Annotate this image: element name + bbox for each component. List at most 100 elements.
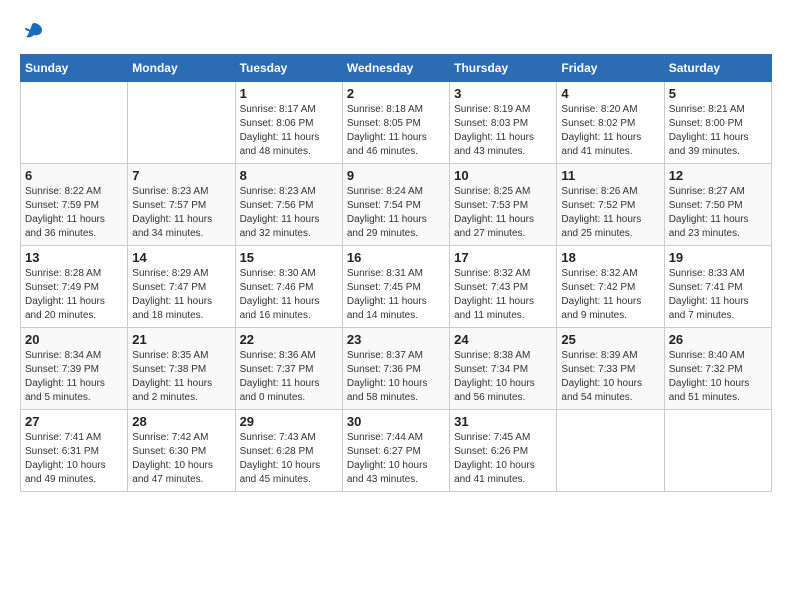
- day-info: Sunrise: 8:32 AMSunset: 7:42 PMDaylight:…: [561, 267, 659, 323]
- day-number: 1: [240, 86, 338, 101]
- calendar-cell: 4 Sunrise: 8:20 AMSunset: 8:02 PMDaylight…: [557, 82, 664, 164]
- calendar-cell: 29 Sunrise: 7:43 AMSunset: 6:28 PMDayligh…: [235, 410, 342, 492]
- day-number: 23: [347, 332, 445, 347]
- column-header-wednesday: Wednesday: [342, 55, 449, 82]
- day-info: Sunrise: 8:26 AMSunset: 7:52 PMDaylight:…: [561, 185, 659, 241]
- day-number: 12: [669, 168, 767, 183]
- calendar-cell: 20 Sunrise: 8:34 AMSunset: 7:39 PMDayligh…: [21, 328, 128, 410]
- calendar-cell: 24Sunrise: 8:38 AMSunset: 7:34 PMDayligh…: [450, 328, 557, 410]
- calendar-cell: 31 Sunrise: 7:45 AMSunset: 6:26 PMDayligh…: [450, 410, 557, 492]
- calendar-cell: 7 Sunrise: 8:23 AMSunset: 7:57 PMDaylight…: [128, 164, 235, 246]
- day-info: Sunrise: 8:23 AMSunset: 7:57 PMDaylight:…: [132, 185, 230, 241]
- day-number: 27: [25, 414, 123, 429]
- column-header-tuesday: Tuesday: [235, 55, 342, 82]
- calendar-cell: 21 Sunrise: 8:35 AMSunset: 7:38 PMDayligh…: [128, 328, 235, 410]
- calendar-cell: 26 Sunrise: 8:40 AMSunset: 7:32 PMDayligh…: [664, 328, 771, 410]
- calendar-cell: 25 Sunrise: 8:39 AMSunset: 7:33 PMDayligh…: [557, 328, 664, 410]
- day-number: 3: [454, 86, 552, 101]
- calendar-cell: [128, 82, 235, 164]
- logo-bird-icon: [22, 20, 46, 50]
- calendar-cell: 10Sunrise: 8:25 AMSunset: 7:53 PMDayligh…: [450, 164, 557, 246]
- day-info: Sunrise: 8:40 AMSunset: 7:32 PMDaylight:…: [669, 349, 767, 405]
- calendar-cell: 27 Sunrise: 7:41 AMSunset: 6:31 PMDayligh…: [21, 410, 128, 492]
- day-number: 22: [240, 332, 338, 347]
- day-info: Sunrise: 8:23 AMSunset: 7:56 PMDaylight:…: [240, 185, 338, 241]
- day-number: 2: [347, 86, 445, 101]
- day-number: 20: [25, 332, 123, 347]
- day-info: Sunrise: 8:39 AMSunset: 7:33 PMDaylight:…: [561, 349, 659, 405]
- calendar-body: 1 Sunrise: 8:17 AMSunset: 8:06 PMDaylight…: [21, 82, 772, 492]
- day-number: 15: [240, 250, 338, 265]
- calendar-header-row: SundayMondayTuesdayWednesdayThursdayFrid…: [21, 55, 772, 82]
- calendar-cell: 28Sunrise: 7:42 AMSunset: 6:30 PMDayligh…: [128, 410, 235, 492]
- day-info: Sunrise: 8:36 AMSunset: 7:37 PMDaylight:…: [240, 349, 338, 405]
- calendar-cell: 11 Sunrise: 8:26 AMSunset: 7:52 PMDayligh…: [557, 164, 664, 246]
- column-header-saturday: Saturday: [664, 55, 771, 82]
- day-number: 13: [25, 250, 123, 265]
- day-info: Sunrise: 8:30 AMSunset: 7:46 PMDaylight:…: [240, 267, 338, 323]
- day-number: 11: [561, 168, 659, 183]
- column-header-friday: Friday: [557, 55, 664, 82]
- day-info: Sunrise: 8:27 AMSunset: 7:50 PMDaylight:…: [669, 185, 767, 241]
- day-number: 7: [132, 168, 230, 183]
- day-number: 9: [347, 168, 445, 183]
- day-info: Sunrise: 7:41 AMSunset: 6:31 PMDaylight:…: [25, 431, 123, 487]
- calendar-cell: 30Sunrise: 7:44 AMSunset: 6:27 PMDayligh…: [342, 410, 449, 492]
- calendar-cell: 3Sunrise: 8:19 AMSunset: 8:03 PMDaylight…: [450, 82, 557, 164]
- calendar-cell: 15 Sunrise: 8:30 AMSunset: 7:46 PMDayligh…: [235, 246, 342, 328]
- calendar-cell: 17 Sunrise: 8:32 AMSunset: 7:43 PMDayligh…: [450, 246, 557, 328]
- calendar-table: SundayMondayTuesdayWednesdayThursdayFrid…: [20, 54, 772, 492]
- column-header-sunday: Sunday: [21, 55, 128, 82]
- day-info: Sunrise: 7:45 AMSunset: 6:26 PMDaylight:…: [454, 431, 552, 487]
- calendar-cell: [664, 410, 771, 492]
- week-row-4: 20 Sunrise: 8:34 AMSunset: 7:39 PMDayligh…: [21, 328, 772, 410]
- calendar-cell: 19 Sunrise: 8:33 AMSunset: 7:41 PMDayligh…: [664, 246, 771, 328]
- day-info: Sunrise: 8:24 AMSunset: 7:54 PMDaylight:…: [347, 185, 445, 241]
- calendar-cell: 23 Sunrise: 8:37 AMSunset: 7:36 PMDayligh…: [342, 328, 449, 410]
- calendar-cell: 6 Sunrise: 8:22 AMSunset: 7:59 PMDaylight…: [21, 164, 128, 246]
- calendar-cell: 14Sunrise: 8:29 AMSunset: 7:47 PMDayligh…: [128, 246, 235, 328]
- day-info: Sunrise: 8:17 AMSunset: 8:06 PMDaylight:…: [240, 103, 338, 159]
- calendar-cell: 8 Sunrise: 8:23 AMSunset: 7:56 PMDaylight…: [235, 164, 342, 246]
- calendar-cell: 18 Sunrise: 8:32 AMSunset: 7:42 PMDayligh…: [557, 246, 664, 328]
- day-info: Sunrise: 7:42 AMSunset: 6:30 PMDaylight:…: [132, 431, 230, 487]
- day-number: 5: [669, 86, 767, 101]
- calendar-cell: 5 Sunrise: 8:21 AMSunset: 8:00 PMDaylight…: [664, 82, 771, 164]
- day-info: Sunrise: 8:21 AMSunset: 8:00 PMDaylight:…: [669, 103, 767, 159]
- day-number: 6: [25, 168, 123, 183]
- calendar-cell: 13Sunrise: 8:28 AMSunset: 7:49 PMDayligh…: [21, 246, 128, 328]
- day-info: Sunrise: 8:34 AMSunset: 7:39 PMDaylight:…: [25, 349, 123, 405]
- day-info: Sunrise: 7:44 AMSunset: 6:27 PMDaylight:…: [347, 431, 445, 487]
- day-info: Sunrise: 8:31 AMSunset: 7:45 PMDaylight:…: [347, 267, 445, 323]
- day-info: Sunrise: 8:37 AMSunset: 7:36 PMDaylight:…: [347, 349, 445, 405]
- calendar-cell: 1 Sunrise: 8:17 AMSunset: 8:06 PMDaylight…: [235, 82, 342, 164]
- calendar-cell: 22 Sunrise: 8:36 AMSunset: 7:37 PMDayligh…: [235, 328, 342, 410]
- calendar-cell: 9 Sunrise: 8:24 AMSunset: 7:54 PMDaylight…: [342, 164, 449, 246]
- day-info: Sunrise: 8:22 AMSunset: 7:59 PMDaylight:…: [25, 185, 123, 241]
- day-number: 4: [561, 86, 659, 101]
- day-number: 18: [561, 250, 659, 265]
- day-info: Sunrise: 8:18 AMSunset: 8:05 PMDaylight:…: [347, 103, 445, 159]
- week-row-1: 1 Sunrise: 8:17 AMSunset: 8:06 PMDaylight…: [21, 82, 772, 164]
- day-info: Sunrise: 8:20 AMSunset: 8:02 PMDaylight:…: [561, 103, 659, 159]
- day-info: Sunrise: 8:33 AMSunset: 7:41 PMDaylight:…: [669, 267, 767, 323]
- calendar-cell: 2 Sunrise: 8:18 AMSunset: 8:05 PMDaylight…: [342, 82, 449, 164]
- header: [20, 20, 772, 44]
- day-number: 8: [240, 168, 338, 183]
- column-header-monday: Monday: [128, 55, 235, 82]
- week-row-2: 6 Sunrise: 8:22 AMSunset: 7:59 PMDaylight…: [21, 164, 772, 246]
- column-header-thursday: Thursday: [450, 55, 557, 82]
- day-number: 19: [669, 250, 767, 265]
- day-number: 17: [454, 250, 552, 265]
- day-info: Sunrise: 8:32 AMSunset: 7:43 PMDaylight:…: [454, 267, 552, 323]
- day-number: 29: [240, 414, 338, 429]
- day-number: 25: [561, 332, 659, 347]
- day-info: Sunrise: 7:43 AMSunset: 6:28 PMDaylight:…: [240, 431, 338, 487]
- day-number: 26: [669, 332, 767, 347]
- day-number: 10: [454, 168, 552, 183]
- logo: [20, 20, 46, 44]
- day-info: Sunrise: 8:35 AMSunset: 7:38 PMDaylight:…: [132, 349, 230, 405]
- day-number: 21: [132, 332, 230, 347]
- day-number: 31: [454, 414, 552, 429]
- day-number: 16: [347, 250, 445, 265]
